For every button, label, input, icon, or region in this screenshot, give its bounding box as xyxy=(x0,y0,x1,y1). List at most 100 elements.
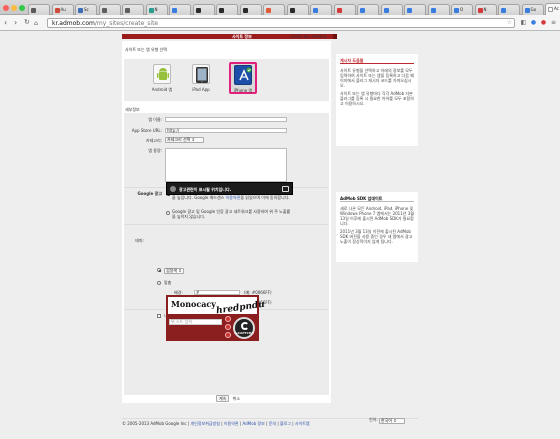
ad-screen-icon xyxy=(282,186,289,192)
tab-favicon-icon xyxy=(501,7,506,13)
back-icon[interactable]: ‹ xyxy=(4,18,7,27)
footer-link-contact[interactable]: 문의 xyxy=(269,421,276,426)
browser-tab[interactable] xyxy=(239,4,262,15)
language-select[interactable]: 한국어 ⇕ xyxy=(379,418,405,424)
menu-icon[interactable]: ≡ xyxy=(550,19,557,26)
browser-tab[interactable] xyxy=(192,4,215,15)
bookmark-star-icon[interactable]: ☆ xyxy=(506,19,513,26)
step-current: 사이트 정보 xyxy=(232,34,252,39)
ad-icon xyxy=(170,186,176,192)
tab-label: Go xyxy=(530,7,537,12)
browser-tab[interactable]: Sc xyxy=(75,4,97,15)
browser-tab[interactable] xyxy=(427,4,450,15)
minimize-window-icon[interactable] xyxy=(11,5,17,11)
browser-tab[interactable]: N xyxy=(145,4,168,15)
description-textarea[interactable] xyxy=(165,148,287,182)
google-opt-out-text: Google 광고 및 Google 인증 광고 네트워크를 사용하여 위 주 … xyxy=(172,209,291,219)
browser-tab[interactable] xyxy=(98,4,121,15)
recaptcha-brand: reCAPTCHA xyxy=(234,331,254,335)
browser-tab[interactable] xyxy=(310,4,332,15)
platform-section-title: 사이트 또는 앱 유형 선택 xyxy=(125,47,167,52)
cancel-link[interactable]: 취소 xyxy=(233,396,240,401)
tab-favicon-icon xyxy=(172,7,177,13)
theme-select-value: 검정색 xyxy=(166,268,178,273)
page-viewport: 사이트 정보 사이트 코드 가져오기 사이트 또는 앱 유형 선택 Androi… xyxy=(0,31,560,439)
step-next: 사이트 코드 가져오기 xyxy=(290,34,327,39)
language-select-value: 한국어 xyxy=(381,418,393,423)
reload-icon[interactable]: ↻ xyxy=(24,18,30,27)
theme-custom-radio[interactable] xyxy=(157,281,161,285)
google-opt-out-radio[interactable] xyxy=(166,211,170,215)
android-icon xyxy=(153,64,171,84)
custom-label: 맞춤 xyxy=(164,280,172,285)
browser-tab[interactable] xyxy=(286,4,309,15)
tab-favicon-icon xyxy=(78,7,83,13)
home-icon[interactable]: ⌂ xyxy=(34,19,38,28)
tab-favicon-icon xyxy=(548,6,553,12)
browser-tab[interactable]: Au xyxy=(51,4,74,15)
tab-favicon-icon xyxy=(148,7,154,13)
captcha-image: Monocacy hredpndu xyxy=(168,297,265,316)
footer-link-privacy[interactable]: 개인정보취급방침 xyxy=(190,421,219,426)
select-arrows-icon: ⇕ xyxy=(393,418,397,423)
audio-icon[interactable] xyxy=(225,324,231,330)
footer-link-terms[interactable]: 이용약관 xyxy=(224,421,239,426)
theme-preset-radio[interactable] xyxy=(157,268,161,272)
app-store-url-input[interactable]: http:// xyxy=(165,128,287,133)
tab-favicon-icon xyxy=(101,7,107,13)
zoom-window-icon[interactable] xyxy=(19,5,25,11)
close-window-icon[interactable] xyxy=(3,5,9,11)
tab-favicon-icon xyxy=(219,7,224,13)
captcha-input[interactable]: 위 스트 입력 xyxy=(169,319,222,325)
platform-label: iPad App xyxy=(192,87,210,92)
ad-preview-banner: 광고관련이 표시될 위치입니다. xyxy=(166,182,293,195)
tab-label: N xyxy=(154,7,158,12)
category-select-value: 카테고리 선택 xyxy=(167,137,191,142)
location-checkbox[interactable] xyxy=(157,314,161,318)
browser-tab[interactable]: Go xyxy=(521,4,544,15)
platform-ipad[interactable]: iPad App xyxy=(187,64,215,96)
tab-label: Au xyxy=(60,7,66,12)
extension-icon[interactable]: ● xyxy=(530,19,537,26)
recaptcha-widget: Monocacy hredpndu 위 스트 입력 reCAPTCHA xyxy=(166,295,265,341)
tab-label: N xyxy=(483,7,487,12)
tab-favicon-icon xyxy=(430,7,436,13)
browser-tab[interactable] xyxy=(333,4,356,15)
refresh-icon[interactable] xyxy=(225,316,231,322)
category-select[interactable]: 카테고리 선택 ⇕ xyxy=(165,137,204,143)
browser-tab[interactable] xyxy=(380,4,403,15)
tab-favicon-icon xyxy=(195,7,201,13)
browser-tab[interactable] xyxy=(263,4,285,15)
help-icon[interactable] xyxy=(225,332,231,338)
extension-icon[interactable]: ◧ xyxy=(520,19,527,26)
language-selector: 언어: 한국어 ⇕ xyxy=(369,417,405,424)
footer-link-sitemap[interactable]: 사이트맵 xyxy=(295,421,310,426)
platform-android[interactable]: Android 앱 xyxy=(148,64,176,96)
sdk-update-box: AdMob SDK 업데이트 새로 나온 모든 Android, iPad, i… xyxy=(336,192,418,262)
divider xyxy=(124,224,329,225)
browser-tab[interactable]: N xyxy=(474,4,497,15)
platform-label: Android 앱 xyxy=(151,87,173,92)
browser-tab[interactable] xyxy=(169,4,191,15)
continue-button[interactable]: 계속 xyxy=(216,395,230,402)
platform-iphone[interactable]: iPhone 앱 xyxy=(229,62,257,94)
theme-select[interactable]: 검정색 ⇕ xyxy=(164,268,184,274)
sdk-paragraph: 2011년 3월 13일 이전에 출시된 AdMob SDK 버전을 사용 중인… xyxy=(340,229,413,244)
footer-link-about[interactable]: AdMob 정보 xyxy=(242,421,264,426)
app-name-input[interactable] xyxy=(165,117,287,122)
browser-tab[interactable]: Ac xyxy=(545,3,560,15)
address-bar[interactable]: kr.admob.com/my_sites/create_site xyxy=(47,18,515,28)
url-host: kr.admob.com xyxy=(52,20,95,27)
tab-label: Ac xyxy=(554,6,559,11)
browser-tab[interactable] xyxy=(498,4,520,15)
extension-icon[interactable]: ● xyxy=(540,19,547,26)
forward-icon[interactable]: › xyxy=(14,18,17,27)
browser-tab[interactable] xyxy=(404,4,426,15)
browser-tab[interactable] xyxy=(122,4,144,15)
footer-link-blog[interactable]: 블로그 xyxy=(280,421,291,426)
terms-link[interactable]: 이용약관 xyxy=(226,195,241,200)
browser-tab[interactable]: O xyxy=(451,4,473,15)
browser-tab[interactable] xyxy=(28,4,50,15)
browser-tab[interactable] xyxy=(357,4,379,15)
browser-tab[interactable] xyxy=(216,4,238,15)
